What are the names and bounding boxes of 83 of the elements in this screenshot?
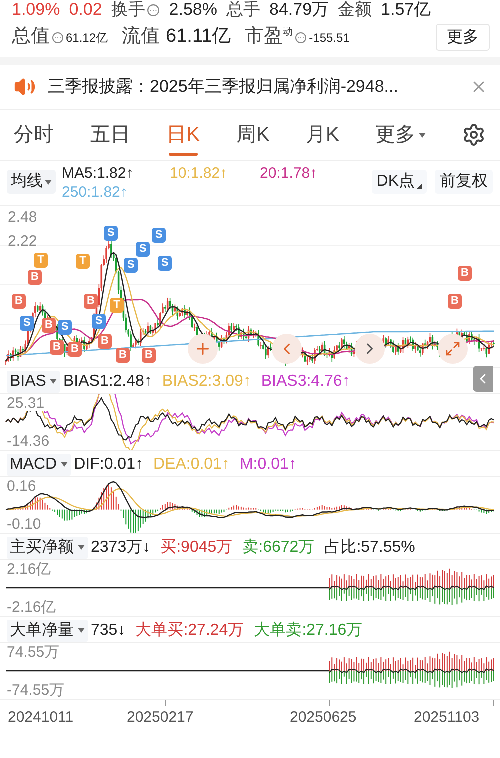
superscript-label: 动 (283, 26, 294, 40)
more-button[interactable]: 更多 (436, 24, 490, 51)
indicator-value: DIF:0.01↑ (74, 454, 144, 474)
ma-legend-value: 10:1.82↑ (170, 164, 229, 183)
buy-marker: B (98, 334, 112, 349)
ma-legend-value: MA5:1.82↑ (62, 164, 135, 183)
indicator-value: 买:9045万 (160, 538, 233, 558)
axis-label: -74.55万 (7, 683, 65, 698)
sell-marker: S (158, 256, 172, 271)
sell-marker: S (20, 316, 34, 331)
price-change: 0.02 (69, 0, 102, 20)
date-label: 20250217 (127, 708, 194, 728)
buy-marker: B (116, 348, 130, 363)
sell-marker: S (152, 228, 166, 243)
stat-label: 市盈 (245, 25, 284, 50)
period-tab[interactable]: 更多 (376, 110, 426, 160)
indicator-selector[interactable]: MACD (7, 454, 72, 476)
notice-text[interactable]: 三季报披露：2025年三季报归属净利润-2948... (48, 74, 458, 100)
buy-marker: B (50, 340, 64, 355)
sell-marker: S (136, 242, 150, 257)
stat-label: 换手 (111, 0, 146, 20)
indicator-value: 大单买:27.24万 (136, 620, 244, 640)
indicator-value: 占比:57.55% (324, 538, 416, 558)
price-change: 1.09% (12, 0, 60, 20)
axis-label: 2.16亿 (7, 562, 52, 577)
sell-marker: S (124, 258, 138, 273)
buy-marker: T (110, 298, 124, 313)
date-label: 20251103 (414, 708, 480, 728)
stat-label: 总手 (226, 0, 260, 20)
stat-label: 流值 (122, 25, 160, 50)
ma-legend-value: 20:1.78↑ (260, 164, 319, 183)
date-label: 20241011 (8, 708, 74, 728)
axis-label: 2.48 (8, 210, 38, 225)
buy-marker: B (142, 348, 156, 363)
indicator-value: BIAS3:4.76↑ (261, 372, 350, 392)
buy-marker: B (42, 318, 56, 333)
indicator-selector[interactable]: 主买净额 (7, 536, 88, 558)
axis-label: 2.22 (8, 234, 38, 249)
axis-label: -14.36 (7, 434, 50, 449)
indicator-selector[interactable]: 大单净量 (7, 620, 88, 642)
axis-label: 0.16 (7, 479, 36, 494)
date-label: 20250625 (290, 708, 357, 728)
indicator-value: 2373万↓ (91, 538, 151, 558)
sell-marker: S (92, 314, 106, 329)
stat-value: 84.79万 (270, 0, 330, 20)
ma-selector[interactable]: 均线 (7, 170, 56, 194)
buy-marker: B (12, 294, 26, 309)
stat-value: 61.12亿 (66, 30, 108, 46)
buy-marker: B (28, 270, 42, 285)
stat-value: 1.57亿 (381, 0, 432, 20)
buy-marker: T (34, 253, 48, 268)
indicator-value: BIAS1:2.48↑ (63, 372, 152, 392)
indicator-value: BIAS2:3.09↑ (162, 372, 252, 392)
indicator-value: 大单卖:27.16万 (254, 620, 363, 640)
axis-label: -2.16亿 (7, 600, 56, 615)
axis-label: 74.55万 (7, 645, 60, 660)
buy-marker: T (76, 254, 90, 269)
period-tab[interactable]: 分时 (14, 110, 54, 160)
stat-label: 总值 (12, 25, 50, 50)
dk-button[interactable]: DK点 (372, 170, 427, 194)
buy-marker: B (458, 266, 472, 281)
sell-marker: S (58, 320, 72, 335)
indicator-selector[interactable]: BIAS (7, 370, 60, 392)
stat-value: 61.11亿 (166, 25, 232, 50)
stat-label: 金额 (338, 0, 372, 20)
indicator-value: 735↓ (91, 620, 126, 640)
indicator-value: 卖:6672万 (242, 538, 315, 558)
period-tab[interactable]: 五日 (90, 110, 130, 160)
stat-value: 2.58% (169, 0, 218, 20)
axis-label: 25.31 (7, 396, 45, 411)
ma-legend-value: 250:1.82↑ (62, 183, 129, 202)
sell-marker: S (104, 226, 118, 241)
period-tab[interactable]: 日K (166, 110, 200, 160)
buy-marker: B (448, 294, 462, 309)
indicator-value: DEA:0.01↑ (153, 454, 230, 474)
period-tab[interactable]: 月K (306, 110, 340, 160)
buy-marker: B (84, 294, 98, 309)
indicator-value: M:0.01↑ (240, 454, 297, 474)
stat-value: -155.51 (309, 30, 350, 46)
axis-label: -0.10 (7, 517, 42, 532)
buy-marker: B (68, 342, 82, 357)
adjust-button[interactable]: 前复权 (435, 170, 493, 194)
period-tab[interactable]: 周K (236, 110, 270, 160)
